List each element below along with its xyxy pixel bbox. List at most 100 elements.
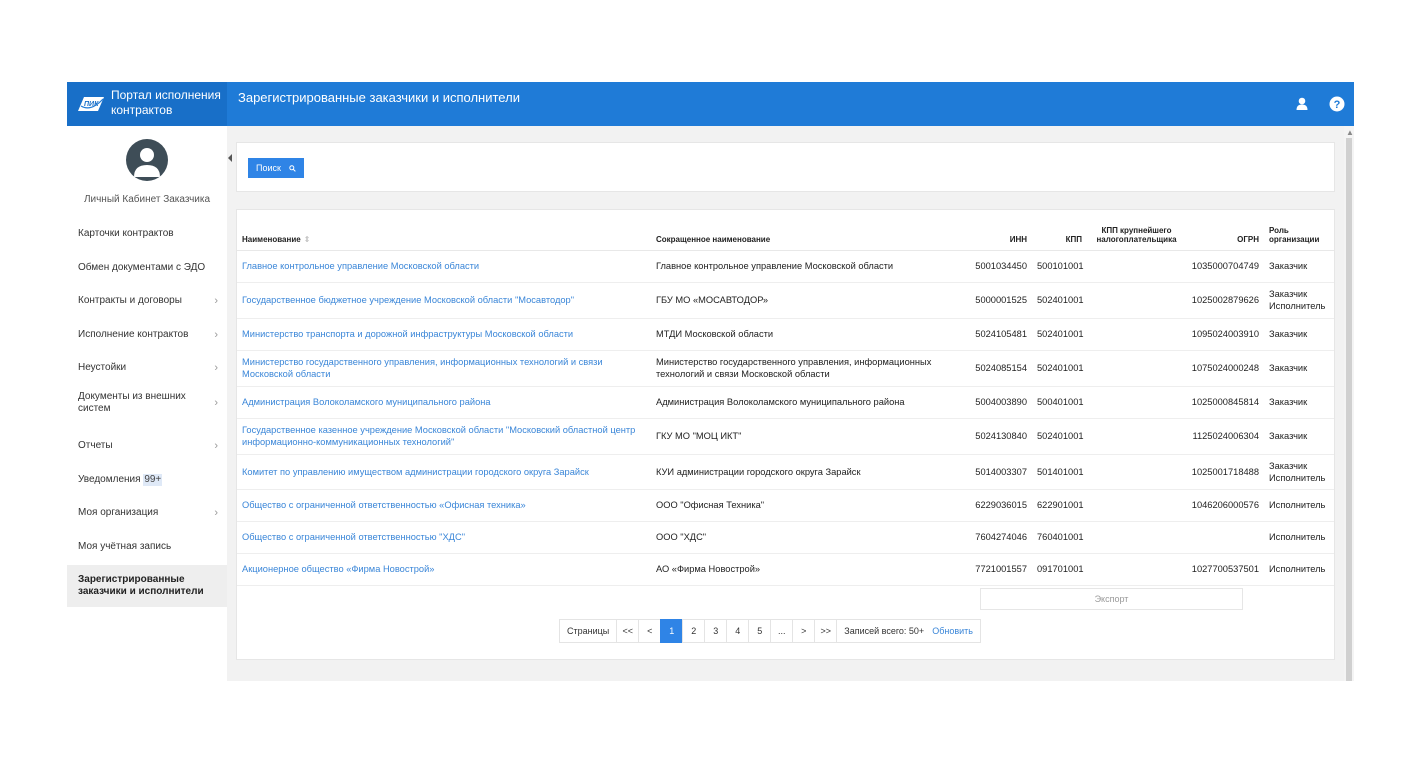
org-inn: 5001034450: [967, 250, 1032, 283]
page-button-1[interactable]: 1: [660, 619, 684, 643]
help-icon[interactable]: ?: [1328, 95, 1346, 113]
org-ogrn: 1125024006304: [1186, 418, 1264, 455]
sidebar-item-penalties[interactable]: Неустойки ›: [67, 358, 227, 378]
chevron-right-icon: ›: [214, 440, 218, 452]
org-name-link[interactable]: Комитет по управлению имуществом админис…: [237, 454, 651, 490]
chevron-right-icon: ›: [214, 329, 218, 341]
org-kpp: 091701001: [1032, 553, 1087, 586]
org-kpp: 500401001: [1032, 386, 1087, 419]
org-role: Исполнитель: [1264, 553, 1334, 586]
org-kpp: 502401001: [1032, 318, 1087, 351]
table-row: Комитет по управлению имуществом админис…: [237, 454, 1334, 490]
org-name-link[interactable]: Общество с ограниченной ответственностью…: [237, 521, 651, 554]
org-kpp: 502401001: [1032, 350, 1087, 387]
org-role: Заказчик Исполнитель: [1264, 282, 1334, 319]
org-ogrn: 1046206000576: [1186, 489, 1264, 522]
org-role: Заказчик: [1264, 318, 1334, 351]
sidebar-item-contract-cards[interactable]: Карточки контрактов: [67, 224, 227, 244]
brand-name: Портал исполнения контрактов: [111, 88, 223, 118]
org-inn: 6229036015: [967, 489, 1032, 522]
org-name-link[interactable]: Государственное казенное учреждение Моск…: [237, 418, 651, 455]
table-row: Общество с ограниченной ответственностью…: [237, 489, 1334, 522]
org-kpp-large: [1087, 553, 1186, 586]
column-header-name[interactable]: Наименование ⇕: [237, 210, 651, 251]
sidebar-item-notifications[interactable]: Уведомления 99+: [67, 470, 227, 490]
org-role: Заказчик: [1264, 350, 1334, 387]
org-role: Заказчик: [1264, 250, 1334, 283]
org-kpp: 502401001: [1032, 418, 1087, 455]
sidebar-item-execution[interactable]: Исполнение контрактов ›: [67, 325, 227, 345]
page-button-5[interactable]: 5: [748, 619, 772, 643]
org-kpp-large: [1087, 250, 1186, 283]
org-inn: 5004003890: [967, 386, 1032, 419]
sidebar-item-reports[interactable]: Отчеты ›: [67, 436, 227, 456]
last-page-button[interactable]: >>: [814, 619, 838, 643]
org-ogrn: 1025001718488: [1186, 454, 1264, 490]
org-kpp-large: [1087, 521, 1186, 554]
refresh-link[interactable]: Обновить: [932, 626, 973, 636]
chevron-right-icon: ›: [214, 507, 218, 519]
search-icon: [289, 164, 296, 172]
svg-text:?: ?: [1334, 99, 1341, 111]
org-short-name: ГБУ МО «МОСАВТОДОР»: [651, 282, 967, 319]
prev-page-button[interactable]: <: [638, 619, 662, 643]
logo-text: ПИК: [84, 101, 99, 108]
next-page-button[interactable]: >: [792, 619, 816, 643]
sidebar-item-my-organization[interactable]: Моя организация ›: [67, 503, 227, 523]
user-icon[interactable]: [1293, 95, 1311, 113]
sidebar-item-contracts[interactable]: Контракты и договоры ›: [67, 291, 227, 311]
sidebar-item-label: Исполнение контрактов: [78, 329, 189, 340]
org-short-name: ГКУ МО "МОЦ ИКТ": [651, 418, 967, 455]
column-header-kpp-largest-taxpayer: КПП крупнейшего налогоплательщика: [1087, 210, 1186, 251]
pagination-label: Страницы: [559, 619, 618, 643]
page-button-2[interactable]: 2: [682, 619, 706, 643]
avatar-user-icon: [134, 148, 160, 177]
page-button-3[interactable]: 3: [704, 619, 728, 643]
search-panel: Поиск: [236, 142, 1335, 192]
org-name-link[interactable]: Администрация Волоколамского муниципальн…: [237, 386, 651, 419]
scrollbar[interactable]: ▲: [1344, 126, 1354, 681]
org-inn: 5024085154: [967, 350, 1032, 387]
notification-count-badge: 99+: [143, 474, 163, 486]
sidebar-collapse-icon[interactable]: [227, 154, 233, 162]
sort-icon[interactable]: ⇕: [304, 235, 311, 244]
org-role: Исполнитель: [1264, 489, 1334, 522]
first-page-button[interactable]: <<: [616, 619, 640, 643]
sidebar-item-edo-exchange[interactable]: Обмен документами с ЭДО: [67, 258, 227, 278]
org-name-link[interactable]: Главное контрольное управление Московско…: [237, 250, 651, 283]
page-title: Зарегистрированные заказчики и исполните…: [238, 90, 520, 105]
scroll-thumb[interactable]: [1346, 138, 1352, 681]
org-ogrn: 1025002879626: [1186, 282, 1264, 319]
org-name-link[interactable]: Акционерное общество «Фирма Новострой»: [237, 553, 651, 586]
org-name-link[interactable]: Министерство транспорта и дорожной инфра…: [237, 318, 651, 351]
scroll-up-icon[interactable]: ▲: [1346, 128, 1354, 137]
brand[interactable]: ПИК Портал исполнения контрактов: [67, 82, 227, 126]
org-short-name: Главное контрольное управление Московско…: [651, 250, 967, 283]
org-kpp: 500101001: [1032, 250, 1087, 283]
sidebar-item-external-docs[interactable]: Документы из внешних систем ›: [67, 388, 227, 418]
page-button-4[interactable]: 4: [726, 619, 750, 643]
org-name-link[interactable]: Министерство государственного управления…: [237, 350, 651, 387]
sidebar: Личный Кабинет Заказчика Карточки контра…: [67, 126, 227, 681]
org-role: Исполнитель: [1264, 521, 1334, 554]
org-ogrn: 1095024003910: [1186, 318, 1264, 351]
org-kpp: 622901001: [1032, 489, 1087, 522]
sidebar-item-my-account[interactable]: Моя учётная запись: [67, 537, 227, 557]
sidebar-item-registered-parties[interactable]: Зарегистрированные заказчики и исполните…: [67, 565, 227, 607]
app-window: ПИК Портал исполнения контрактов Зарегис…: [67, 82, 1354, 681]
export-button[interactable]: Экспорт: [980, 588, 1243, 610]
org-kpp-large: [1087, 350, 1186, 387]
org-kpp-large: [1087, 282, 1186, 319]
org-name-link[interactable]: Общество с ограниченной ответственностью…: [237, 489, 651, 522]
org-name-link[interactable]: Государственное бюджетное учреждение Мос…: [237, 282, 651, 319]
pagination: Страницы << < 1 2 3 4 5 ... > >> Записей…: [559, 619, 981, 643]
org-inn: 5024130840: [967, 418, 1032, 455]
org-short-name: Министерство государственного управления…: [651, 350, 967, 387]
sidebar-item-label: Контракты и договоры: [78, 295, 182, 306]
org-kpp: 760401001: [1032, 521, 1087, 554]
table-row: Администрация Волоколамского муниципальн…: [237, 386, 1334, 419]
page-ellipsis[interactable]: ...: [770, 619, 794, 643]
search-button[interactable]: Поиск: [248, 158, 304, 178]
org-short-name: ООО "Офисная Техника": [651, 489, 967, 522]
chevron-right-icon: ›: [214, 397, 218, 409]
